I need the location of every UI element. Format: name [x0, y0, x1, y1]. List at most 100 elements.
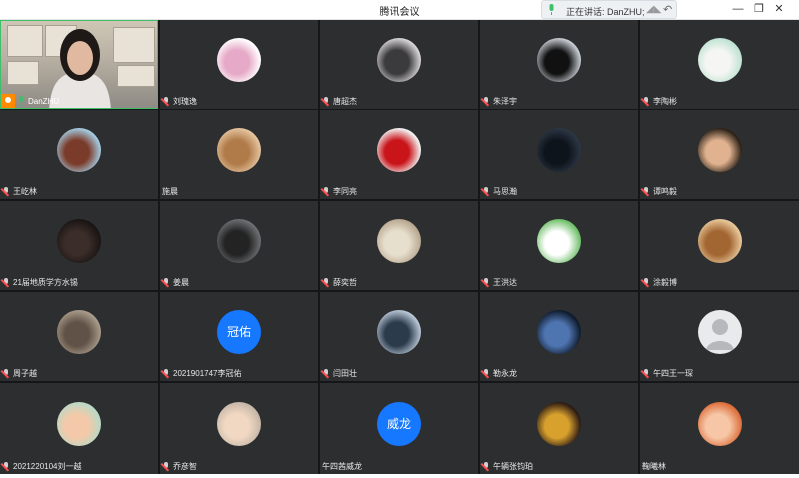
bear-sketch-avatar: [217, 38, 261, 83]
participant-tile[interactable]: 2021220104刘一越: [0, 383, 158, 474]
participant-tile[interactable]: 刘瑰逸: [160, 20, 318, 109]
nameplate: 鞠曦林: [642, 460, 666, 472]
nameplate: 朱泽宇: [482, 95, 517, 107]
participant-tile[interactable]: 周子越: [0, 292, 158, 381]
participant-name: 施晨: [162, 186, 178, 196]
participant-name: 2021901747李冠佑: [173, 368, 242, 378]
participant-tile[interactable]: 午四王一琛: [640, 292, 799, 381]
microphone-muted-icon: [2, 462, 10, 470]
speaking-text: 正在讲话: DanZHU;: [566, 7, 645, 17]
participant-tile[interactable]: DanZHU: [0, 20, 158, 109]
green-drawing-avatar: [537, 219, 581, 264]
microphone-muted-icon: [482, 462, 490, 470]
close-button[interactable]: ✕: [772, 2, 786, 16]
participant-tile[interactable]: 威龙午四茜威龙: [320, 383, 478, 474]
participant-name: 朱泽宇: [493, 96, 517, 106]
microphone-muted-icon: [482, 187, 490, 195]
participant-name: 李同亮: [333, 186, 357, 196]
nameplate: 谭鸣毅: [642, 185, 677, 197]
dark-portrait-avatar: [57, 219, 101, 264]
nameplate: 施晨: [162, 185, 178, 197]
restore-button[interactable]: ❐: [752, 2, 766, 16]
participant-tile[interactable]: 21届地质学方水锡: [0, 201, 158, 290]
microphone-muted-icon: [162, 97, 170, 105]
microphone-icon: [549, 4, 554, 15]
microphone-muted-icon: [162, 369, 170, 377]
default-user-avatar: [697, 310, 742, 355]
participant-name: 勒永龙: [493, 368, 517, 378]
night-figure-avatar: [537, 128, 581, 173]
microphone-muted-icon: [642, 187, 650, 195]
participant-tile[interactable]: 闫田壮: [320, 292, 478, 381]
nameplate: 2021901747李冠佑: [162, 367, 242, 379]
microphone-muted-icon: [322, 278, 330, 286]
participant-tile[interactable]: 谭鸣毅: [640, 110, 799, 199]
microphone-muted-icon: [642, 278, 650, 286]
participant-tile[interactable]: 薛奕哲: [320, 201, 478, 290]
participant-tile[interactable]: 施晨: [160, 110, 318, 199]
audio-wave-icon: ◢◣: [646, 4, 662, 15]
nameplate: 午四王一琛: [642, 367, 693, 379]
back-arrow-icon[interactable]: ↶: [663, 3, 672, 16]
dark-anime-avatar: [537, 310, 581, 355]
nameplate: 王洪达: [482, 276, 517, 288]
participant-tile[interactable]: 王屹林: [0, 110, 158, 199]
participant-tile[interactable]: 唐超杰: [320, 20, 478, 109]
text-avatar: 冠佑: [217, 310, 261, 355]
participant-tile[interactable]: 冠佑 2021901747李冠佑: [160, 292, 318, 381]
participant-name: 涂毅博: [653, 277, 677, 287]
microphone-muted-icon: [642, 369, 650, 377]
nameplate: 薛奕哲: [322, 276, 357, 288]
participant-name: 唐超杰: [333, 96, 357, 106]
text-avatar: 威龙: [377, 401, 421, 446]
participant-name: 刘瑰逸: [173, 96, 197, 106]
participant-tile[interactable]: 乔彦智: [160, 383, 318, 474]
participant-tile[interactable]: 勒永龙: [480, 292, 638, 381]
host-badge-icon: [1, 94, 15, 108]
participant-name: 鞠曦林: [642, 461, 666, 471]
microphone-muted-icon: [482, 97, 490, 105]
participant-tile[interactable]: 朱泽宇: [480, 20, 638, 109]
participant-name: 2021220104刘一越: [13, 461, 82, 471]
participant-name: 午四王一琛: [653, 368, 693, 378]
shiba-avatar: [697, 219, 742, 264]
nameplate: 周子越: [2, 367, 37, 379]
person-dark-avatar: [377, 38, 421, 83]
nameplate: 闫田壮: [322, 367, 357, 379]
nameplate: 马思瀚: [482, 185, 517, 197]
nameplate: 李陶彬: [642, 95, 677, 107]
nameplate: 午四茜威龙: [322, 460, 362, 472]
emblem-avatar: [537, 401, 581, 446]
dog-avatar: [537, 38, 581, 83]
participant-tile[interactable]: 马思瀚: [480, 110, 638, 199]
box-cat-avatar: [377, 219, 421, 264]
minimize-button[interactable]: —: [731, 2, 745, 16]
gesture-avatar: [57, 310, 101, 355]
nameplate: 唐超杰: [322, 95, 357, 107]
microphone-muted-icon: [642, 97, 650, 105]
participant-tile[interactable]: 李陶彬: [640, 20, 799, 109]
speaking-indicator[interactable]: 正在讲话: DanZHU; ◢◣ ↶: [541, 0, 677, 19]
microphone-muted-icon: [2, 369, 10, 377]
participant-name: 21届地质学方水锡: [13, 277, 78, 287]
microphone-muted-icon: [322, 97, 330, 105]
participant-tile[interactable]: 涂毅博: [640, 201, 799, 290]
participant-tile[interactable]: 午辆张钧珀: [480, 383, 638, 474]
participant-tile[interactable]: 鞠曦林: [640, 383, 799, 474]
microphone-muted-icon: [162, 462, 170, 470]
red-black-avatar: [377, 128, 421, 173]
basketball-avatar: [377, 310, 421, 355]
microphone-muted-icon: [482, 278, 490, 286]
nameplate: 涂毅博: [642, 276, 677, 288]
nameplate: 21届地质学方水锡: [2, 276, 78, 288]
participant-name: 马思瀚: [493, 186, 517, 196]
participant-name: 午辆张钧珀: [493, 461, 533, 471]
title-bar: 腾讯会议 正在讲话: DanZHU; ◢◣ ↶ — ❐ ✕: [0, 0, 799, 20]
nameplate: 刘瑰逸: [162, 95, 197, 107]
microphone-muted-icon: [2, 278, 10, 286]
participant-tile[interactable]: 姜晨: [160, 201, 318, 290]
nameplate: 2021220104刘一越: [2, 460, 82, 472]
participant-tile[interactable]: 李同亮: [320, 110, 478, 199]
participant-tile[interactable]: 王洪达: [480, 201, 638, 290]
participant-name: 王屹林: [13, 186, 37, 196]
